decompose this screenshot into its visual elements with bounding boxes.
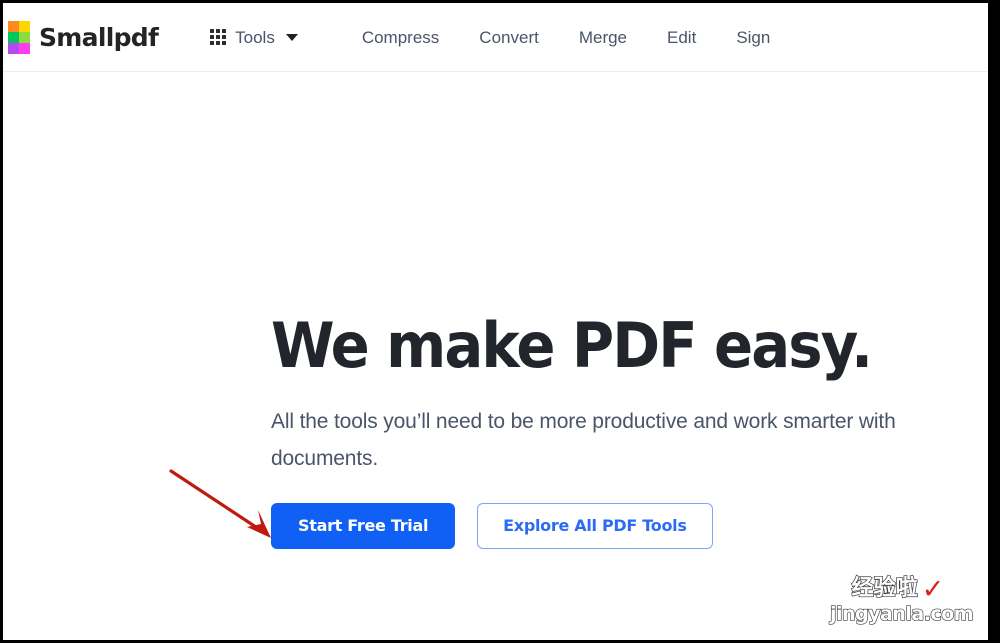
grid-dot [222,35,227,39]
grid-dot [210,29,215,33]
smallpdf-logo-icon [8,20,30,54]
hero-subtitle: All the tools you’ll need to be more pro… [271,410,896,471]
brand-logo-link[interactable]: Smallpdf [8,20,159,54]
logo-square-4 [19,31,30,43]
chevron-down-icon [285,33,298,41]
nav-link-merge[interactable]: Merge [559,29,647,46]
grid-dot [222,29,227,33]
logo-square-2 [19,20,30,32]
explore-all-pdf-tools-button[interactable]: Explore All PDF Tools [477,502,713,549]
grid-dot [216,41,221,45]
watermark-top-row: 经验啦 ✓ [830,574,966,604]
nav-link-sign[interactable]: Sign [716,29,790,46]
primary-nav: Compress Convert Merge Edit Sign [342,29,791,46]
logo-square-1 [8,20,19,32]
tools-menu-button[interactable]: Tools [210,29,298,46]
cta-button-row: Start Free Trial Explore All PDF Tools [271,502,988,549]
browser-page: Smallpdf Tools Compress Convert Merge Ed… [0,0,1000,643]
grid-dot [222,41,227,45]
check-mark-icon: ✓ [921,573,945,605]
nav-link-compress[interactable]: Compress [342,29,459,46]
nav-link-edit[interactable]: Edit [647,29,716,46]
watermark-url: jingyanla.com [829,603,974,625]
grid-apps-icon [210,29,227,45]
tools-menu-label: Tools [235,27,275,47]
logo-square-6 [19,42,30,54]
grid-dot [216,29,221,33]
brand-name: Smallpdf [39,22,159,52]
hero-section: We make PDF easy. All the tools you’ll n… [3,72,988,549]
site-header: Smallpdf Tools Compress Convert Merge Ed… [3,3,988,72]
logo-square-5 [8,42,19,54]
grid-dot [210,35,215,39]
page-title: We make PDF easy. [271,309,873,382]
start-free-trial-button[interactable]: Start Free Trial [271,502,456,549]
watermark-chinese-text: 经验啦 [851,576,918,601]
grid-dot [216,35,221,39]
watermark: 经验啦 ✓ jingyanla.com [829,574,974,632]
nav-link-convert[interactable]: Convert [459,29,559,46]
logo-square-3 [8,31,19,43]
grid-dot [210,41,215,45]
